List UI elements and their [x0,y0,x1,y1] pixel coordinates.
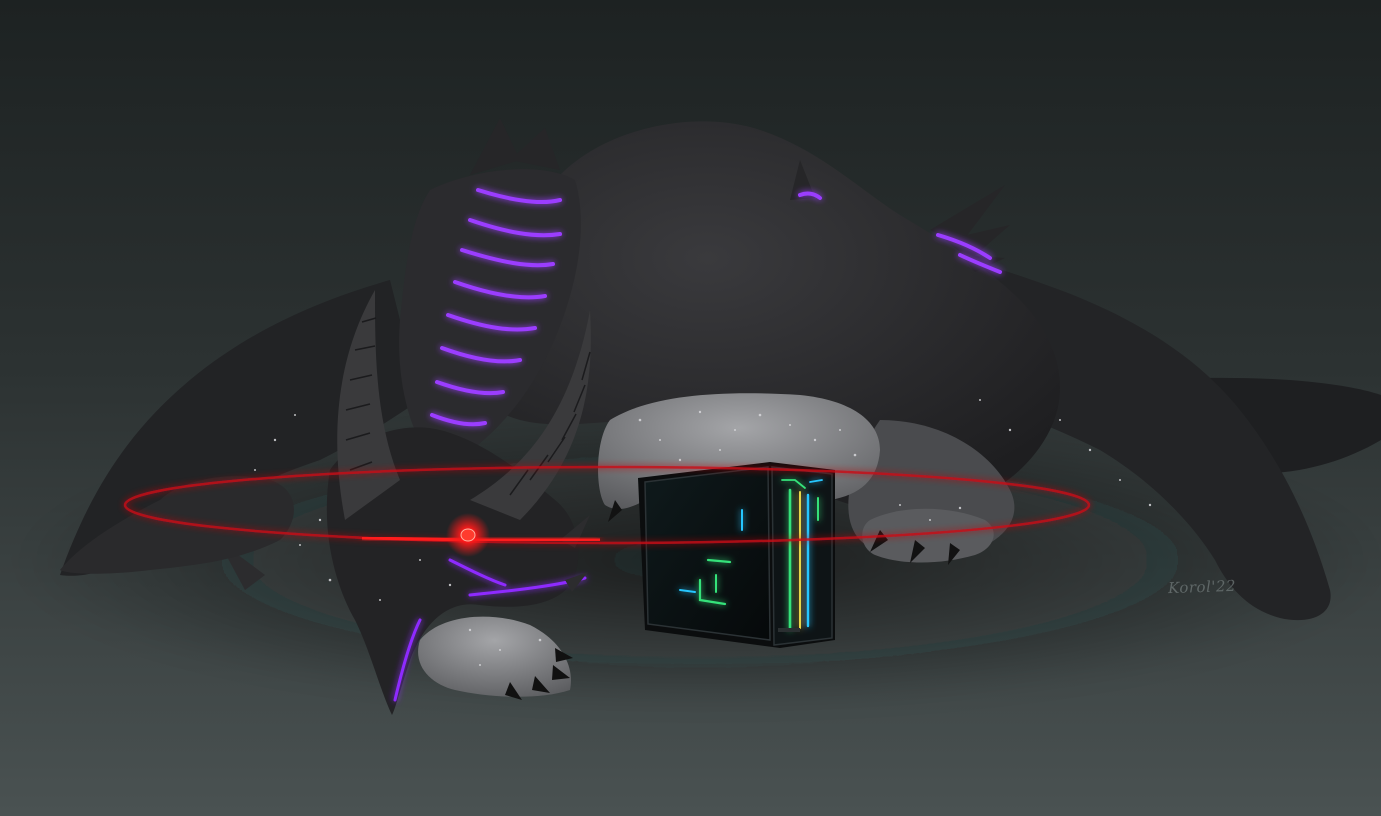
dragon-illustration [0,0,1381,816]
artwork-canvas: Korol'22 [0,0,1381,816]
red-eye [460,528,476,542]
pc-case [638,462,835,648]
artist-signature: Korol'22 [1167,576,1237,598]
